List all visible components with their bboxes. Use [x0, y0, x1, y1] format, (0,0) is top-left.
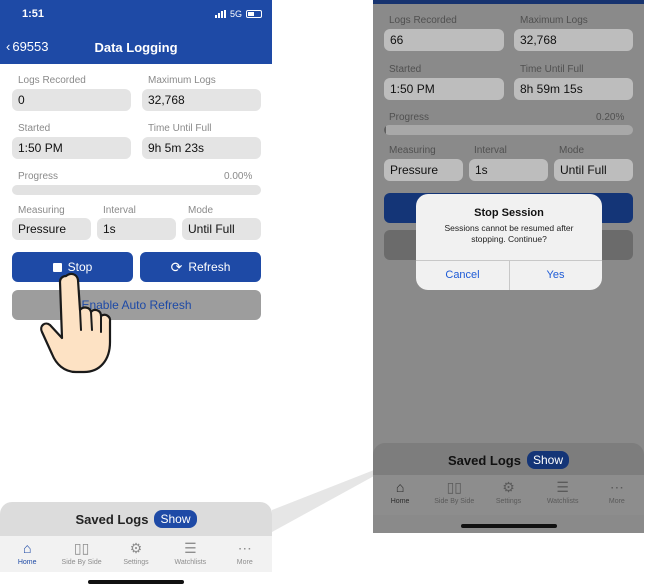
measuring-label: Measuring — [18, 205, 65, 216]
tab-label: Side By Side — [61, 559, 102, 566]
tab-label: Home — [17, 559, 37, 566]
callout-connector — [272, 470, 374, 532]
yes-button[interactable]: Yes — [509, 260, 602, 290]
navigation-bar: ‹ 69553 Data Logging — [0, 30, 272, 64]
time-until-full-label: Time Until Full — [520, 64, 584, 75]
interval-field: 1s — [97, 218, 176, 240]
interval-label: Interval — [103, 205, 136, 216]
refresh-icon: ⟳ — [170, 259, 183, 275]
tab-label: Watchlists — [546, 498, 579, 505]
cancel-button[interactable]: Cancel — [416, 260, 509, 290]
saved-logs-title: Saved Logs — [448, 452, 521, 468]
status-indicators: 5G — [214, 9, 262, 19]
tab-settings[interactable]: ⚙ Settings — [110, 540, 162, 566]
phone-screen-left: 1:51 5G ‹ 69553 Data Logging Logs Record… — [0, 0, 272, 587]
more-icon: ⋯ — [237, 540, 252, 556]
saved-logs-bar: Saved Logs Show — [373, 443, 644, 477]
progress-fill — [384, 125, 386, 135]
list-icon: ☰ — [184, 540, 197, 556]
tab-side-by-side[interactable]: ▯▯ Side By Side — [56, 540, 108, 566]
status-bar: 1:51 5G — [0, 0, 272, 30]
tab-settings[interactable]: ⚙ Settings — [482, 479, 534, 505]
time-until-full-field: 8h 59m 15s — [514, 78, 633, 100]
mode-label: Mode — [559, 145, 585, 156]
home-icon: ⌂ — [22, 540, 32, 556]
maximum-logs-field: 32,768 — [142, 89, 261, 111]
tab-home[interactable]: ⌂ Home — [1, 540, 53, 566]
saved-logs-bar: Saved Logs Show — [0, 502, 272, 536]
tab-more[interactable]: ⋯ More — [219, 540, 271, 566]
signal-icon — [214, 10, 226, 18]
maximum-logs-field: 32,768 — [514, 29, 633, 51]
measuring-field: Pressure — [12, 218, 91, 240]
stop-session-alert: Stop Session Sessions cannot be resumed … — [416, 194, 602, 290]
phone-screen-right: Logs Recorded 66 Maximum Logs 32,768 Sta… — [373, 0, 644, 533]
tab-bar: ⌂ Home ▯▯ Side By Side ⚙ Settings ☰ Watc… — [373, 475, 644, 515]
show-saved-logs-button[interactable]: Show — [526, 451, 569, 469]
started-field: 1:50 PM — [384, 78, 504, 100]
refresh-button-label: Refresh — [188, 260, 231, 274]
network-label: 5G — [229, 9, 242, 19]
tab-label: More — [608, 498, 625, 505]
maximum-logs-label: Maximum Logs — [520, 15, 588, 26]
alert-message: Sessions cannot be resumed after stoppin… — [444, 223, 574, 244]
interval-field: 1s — [469, 159, 548, 181]
home-indicator — [461, 524, 557, 528]
progress-value: 0.00% — [224, 171, 253, 182]
tab-watchlists[interactable]: ☰ Watchlists — [164, 540, 216, 566]
progress-bar — [384, 125, 633, 135]
tab-label: Side By Side — [434, 498, 475, 505]
home-indicator — [88, 580, 184, 584]
time-until-full-label: Time Until Full — [148, 123, 212, 134]
page-title: Data Logging — [94, 40, 178, 55]
tab-more[interactable]: ⋯ More — [591, 479, 643, 505]
maximum-logs-label: Maximum Logs — [148, 75, 216, 86]
interval-label: Interval — [474, 145, 507, 156]
started-label: Started — [18, 123, 51, 134]
tab-side-by-side[interactable]: ▯▯ Side By Side — [428, 479, 480, 505]
show-saved-logs-button[interactable]: Show — [154, 510, 197, 528]
logs-recorded-field: 66 — [384, 29, 504, 51]
tab-label: Settings — [495, 498, 522, 505]
mode-field: Until Full — [554, 159, 633, 181]
tab-label: Settings — [123, 559, 149, 566]
progress-value: 0.20% — [596, 112, 625, 123]
logs-recorded-field: 0 — [12, 89, 131, 111]
list-icon: ☰ — [556, 479, 569, 495]
time-until-full-field: 9h 5m 23s — [142, 137, 261, 159]
logs-recorded-label: Logs Recorded — [389, 15, 457, 26]
started-label: Started — [389, 64, 422, 75]
alert-title: Stop Session — [474, 207, 544, 219]
measuring-label: Measuring — [389, 145, 436, 156]
progress-bar — [12, 185, 261, 195]
header-strip — [373, 0, 644, 4]
tab-label: Home — [390, 498, 410, 505]
progress-label: Progress — [18, 171, 59, 182]
started-field: 1:50 PM — [12, 137, 131, 159]
tab-label: More — [236, 559, 253, 566]
mode-label: Mode — [188, 205, 214, 216]
gear-icon: ⚙ — [502, 479, 515, 495]
side-by-side-icon: ▯▯ — [73, 540, 90, 556]
logs-recorded-label: Logs Recorded — [18, 75, 86, 86]
tap-hand-icon — [40, 272, 112, 374]
tab-label: Watchlists — [174, 559, 207, 566]
tutorial-canvas: 1:51 5G ‹ 69553 Data Logging Logs Record… — [0, 0, 646, 587]
measuring-field: Pressure — [384, 159, 463, 181]
home-icon: ⌂ — [395, 479, 405, 495]
gear-icon: ⚙ — [129, 540, 143, 556]
more-icon: ⋯ — [609, 479, 624, 495]
refresh-button[interactable]: ⟳ Refresh — [140, 252, 261, 282]
status-time: 1:51 — [22, 8, 45, 20]
progress-label: Progress — [389, 112, 430, 123]
saved-logs-title: Saved Logs — [75, 511, 149, 527]
mode-field: Until Full — [182, 218, 261, 240]
tab-home[interactable]: ⌂ Home — [374, 479, 426, 505]
tab-bar: ⌂ Home ▯▯ Side By Side ⚙ Settings ☰ Watc… — [0, 536, 272, 572]
side-by-side-icon: ▯▯ — [446, 479, 462, 495]
battery-icon — [246, 10, 262, 18]
tab-watchlists[interactable]: ☰ Watchlists — [537, 479, 589, 505]
